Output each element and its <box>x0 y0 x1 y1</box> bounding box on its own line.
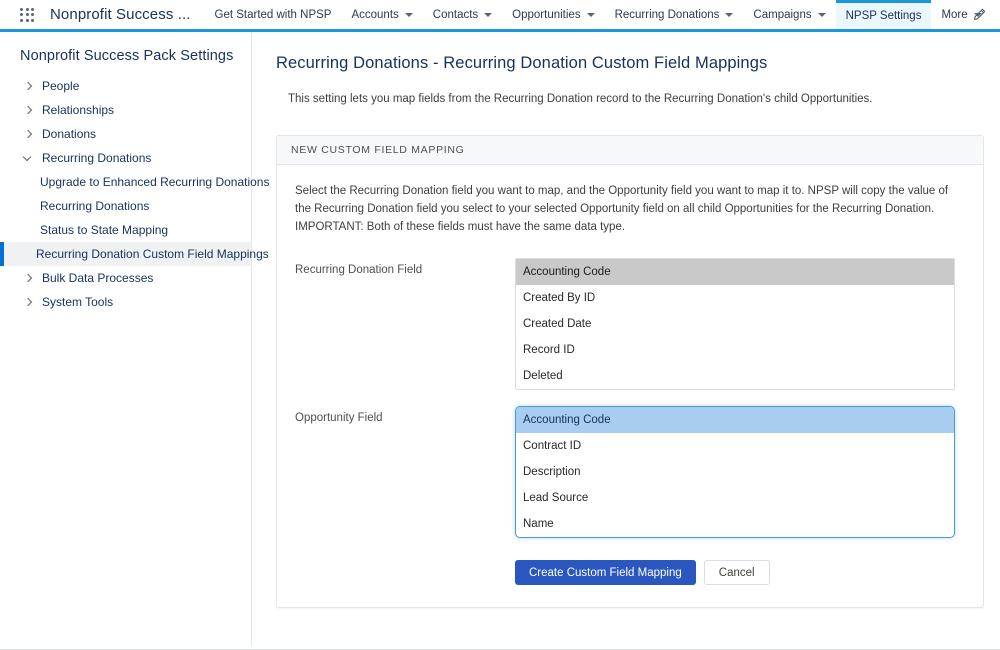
nav-item-label: Accounts <box>351 9 398 21</box>
nav-item-label: NPSP Settings <box>846 10 922 22</box>
listbox-option[interactable]: Name <box>516 511 954 537</box>
sidebar-item-recurring-donations-sub[interactable]: Recurring Donations <box>0 194 251 218</box>
sidebar-title: Nonprofit Success Pack Settings <box>0 48 251 74</box>
nav-item-get-started-with-npsp[interactable]: Get Started with NPSP <box>205 0 342 29</box>
chevron-down-icon <box>484 13 492 17</box>
opportunity-field-listbox[interactable]: Accounting Code Contract ID Description … <box>515 406 955 538</box>
sidebar-item-label: Recurring Donations <box>42 152 151 164</box>
nav-item-label: More <box>941 9 967 21</box>
nav-item-more[interactable]: More <box>931 0 991 29</box>
nav-item-label: Recurring Donations <box>615 9 720 21</box>
nav-item-label: Contacts <box>433 9 478 21</box>
listbox-option[interactable]: Accounting Code <box>516 259 954 285</box>
sidebar-item-upgrade-to-enhanced-recurring-donations[interactable]: Upgrade to Enhanced Recurring Donations <box>0 170 251 194</box>
listbox-option[interactable]: Record ID <box>516 337 954 363</box>
sidebar-item-donations[interactable]: Donations <box>0 122 251 146</box>
chevron-down-icon <box>725 13 733 17</box>
sidebar-item-label: Recurring Donation Custom Field Mappings <box>36 248 269 260</box>
sidebar-item-label: Donations <box>42 128 96 140</box>
listbox-option[interactable]: Created By ID <box>516 285 954 311</box>
global-navigation-bar: Nonprofit Success ... Get Started with N… <box>0 0 1000 32</box>
page-title: Recurring Donations - Recurring Donation… <box>276 54 984 73</box>
nav-item-label: Get Started with NPSP <box>215 9 332 21</box>
sidebar-item-people[interactable]: People <box>0 74 251 98</box>
app-name-label: Nonprofit Success ... <box>44 0 205 29</box>
app-launcher-button[interactable] <box>10 0 44 29</box>
cancel-button[interactable]: Cancel <box>704 560 770 585</box>
nav-item-label: Campaigns <box>753 9 811 21</box>
nav-item-recurring-donations[interactable]: Recurring Donations <box>605 0 744 29</box>
recurring-donation-field-label: Recurring Donation Field <box>295 258 515 276</box>
listbox-option[interactable]: Deleted <box>516 363 954 389</box>
chevron-down-icon <box>405 13 413 17</box>
settings-sidebar: Nonprofit Success Pack Settings People R… <box>0 32 252 646</box>
new-custom-field-mapping-card: NEW CUSTOM FIELD MAPPING Select the Recu… <box>276 135 984 608</box>
chevron-down-icon <box>587 13 595 17</box>
sidebar-item-relationships[interactable]: Relationships <box>0 98 251 122</box>
nav-item-npsp-settings[interactable]: NPSP Settings <box>836 0 932 29</box>
sidebar-item-recurring-donation-custom-field-mappings[interactable]: Recurring Donation Custom Field Mappings <box>0 242 251 266</box>
listbox-option[interactable]: Lead Source <box>516 485 954 511</box>
sidebar-item-recurring-donations[interactable]: Recurring Donations <box>0 146 251 170</box>
sidebar-item-label: People <box>42 80 79 92</box>
main-content: Recurring Donations - Recurring Donation… <box>252 32 1000 646</box>
nav-item-list: Get Started with NPSP Accounts Contacts … <box>205 0 967 29</box>
sidebar-item-status-to-state-mapping[interactable]: Status to State Mapping <box>0 218 251 242</box>
form-row-opportunity-field: Opportunity Field Accounting Code Contra… <box>295 406 965 538</box>
create-custom-field-mapping-button[interactable]: Create Custom Field Mapping <box>515 560 696 585</box>
nav-item-accounts[interactable]: Accounts <box>341 0 422 29</box>
sidebar-item-label: Upgrade to Enhanced Recurring Donations <box>40 176 269 188</box>
chevron-down-icon <box>974 13 982 17</box>
listbox-option[interactable]: Created Date <box>516 311 954 337</box>
page-description: This setting lets you map fields from th… <box>288 93 984 105</box>
sidebar-item-system-tools[interactable]: System Tools <box>0 290 251 314</box>
listbox-option[interactable]: Accounting Code <box>516 407 954 433</box>
sidebar-item-label: System Tools <box>42 296 113 308</box>
sidebar-item-label: Relationships <box>42 104 114 116</box>
listbox-option[interactable]: Description <box>516 459 954 485</box>
sidebar-item-bulk-data-processes[interactable]: Bulk Data Processes <box>0 266 251 290</box>
listbox-option[interactable]: Contract ID <box>516 433 954 459</box>
nav-item-label: Opportunities <box>512 9 580 21</box>
nav-item-opportunities[interactable]: Opportunities <box>502 0 604 29</box>
card-body: Select the Recurring Donation field you … <box>277 165 983 607</box>
form-row-recurring-donation-field: Recurring Donation Field Accounting Code… <box>295 258 965 390</box>
app-window: Nonprofit Success ... Get Started with N… <box>0 0 1000 650</box>
card-header-title: NEW CUSTOM FIELD MAPPING <box>277 136 983 165</box>
sidebar-item-label: Status to State Mapping <box>40 224 168 236</box>
page-body: Nonprofit Success Pack Settings People R… <box>0 32 1000 646</box>
card-description: Select the Recurring Donation field you … <box>295 183 963 236</box>
card-action-row: Create Custom Field Mapping Cancel <box>295 560 965 585</box>
sidebar-item-label: Recurring Donations <box>40 200 149 212</box>
recurring-donation-field-listbox[interactable]: Accounting Code Created By ID Created Da… <box>515 258 955 390</box>
nav-item-campaigns[interactable]: Campaigns <box>743 0 835 29</box>
app-launcher-waffle-icon <box>20 8 34 22</box>
nav-item-contacts[interactable]: Contacts <box>423 0 502 29</box>
sidebar-item-label: Bulk Data Processes <box>42 272 153 284</box>
chevron-down-icon <box>818 13 826 17</box>
opportunity-field-label: Opportunity Field <box>295 406 515 424</box>
